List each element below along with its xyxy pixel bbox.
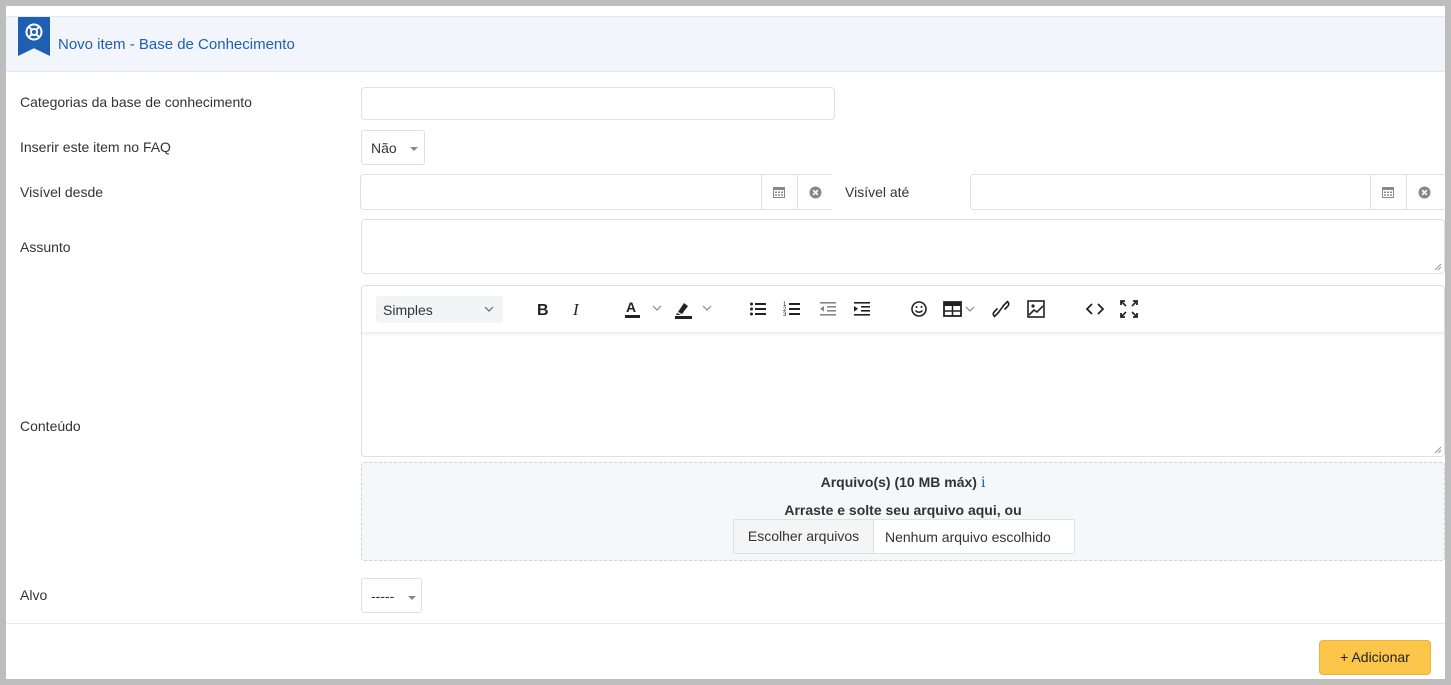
svg-text:3: 3 [783,312,787,318]
clear-icon [809,186,822,199]
calendar-icon [773,187,785,198]
file-input[interactable]: Escolher arquivos Nenhum arquivo escolhi… [733,519,1075,554]
editor-toolbar: Simples B I A 1 2 3 [362,286,1444,333]
fullscreen-icon[interactable] [1119,298,1139,320]
info-icon[interactable]: i [981,475,985,491]
upload-title-row: Arquivo(s) (10 MB máx) i [362,474,1444,491]
code-icon[interactable] [1085,298,1105,320]
upload-instruction: Arraste e solte seu arquivo aqui, ou [784,502,1022,518]
link-icon[interactable] [991,298,1011,320]
categories-label: Categorias da base de conhecimento [20,94,252,110]
upload-title: Arquivo(s) (10 MB máx) [820,474,977,490]
chevron-down-icon [484,306,494,312]
visible-until-field[interactable] [970,174,1445,210]
visible-until-label: Visível até [845,184,910,200]
clear-icon [1418,186,1431,199]
bullet-list-icon[interactable] [749,298,767,320]
calendar-button[interactable] [761,175,797,209]
bookmark-badge [18,17,50,56]
image-icon[interactable] [1026,298,1046,320]
faq-select-value: Não [371,140,397,156]
table-icon[interactable] [943,298,979,320]
content-label: Conteúdo [20,418,81,434]
chevron-down-icon [408,596,416,600]
svg-text:I: I [572,300,580,319]
categories-input[interactable] [361,87,835,120]
file-dropzone[interactable]: Arquivo(s) (10 MB máx) i Arraste e solte … [361,462,1445,561]
faq-label: Inserir este item no FAQ [20,139,171,155]
text-color-icon[interactable]: A [624,298,666,320]
calendar-icon [1382,187,1394,198]
resize-handle-icon[interactable] [1434,446,1442,454]
footer-divider [6,623,1445,624]
subject-textarea[interactable] [361,219,1445,274]
calendar-button[interactable] [1370,175,1406,209]
clear-date-button[interactable] [797,175,835,209]
subject-label: Assunto [20,239,71,255]
choose-files-button[interactable]: Escolher arquivos [734,520,874,553]
target-select[interactable]: ----- [361,578,422,613]
target-label: Alvo [20,587,48,603]
numbered-list-icon[interactable]: 1 2 3 [783,298,801,320]
format-select[interactable]: Simples [376,296,503,323]
visible-from-field[interactable] [360,174,835,210]
emoji-icon[interactable] [910,298,928,320]
lifebuoy-icon [25,23,43,41]
faq-select[interactable]: Não [361,130,425,165]
resize-handle-icon[interactable] [1434,263,1442,271]
target-select-value: ----- [371,588,395,604]
form-panel: Novo item - Base de Conhecimento Categor… [6,6,1445,679]
italic-icon[interactable]: I [570,298,584,320]
format-select-value: Simples [383,302,433,318]
outdent-icon[interactable] [819,298,837,320]
indent-icon[interactable] [853,298,871,320]
page-title: Novo item - Base de Conhecimento [58,36,295,53]
add-button[interactable]: + Adicionar [1319,640,1431,675]
editor-content-area[interactable] [362,334,1444,456]
chevron-down-icon [410,147,418,151]
bold-icon[interactable]: B [535,298,551,320]
svg-text:A: A [626,299,636,315]
clear-date-button[interactable] [1406,175,1445,209]
panel-header: Novo item - Base de Conhecimento [6,16,1445,72]
highlight-icon[interactable] [674,298,716,320]
file-status: Nenhum arquivo escolhido [885,529,1051,545]
svg-text:B: B [537,302,549,319]
rich-text-editor[interactable]: Simples B I A 1 2 3 [361,285,1445,457]
visible-from-label: Visível desde [20,184,104,200]
